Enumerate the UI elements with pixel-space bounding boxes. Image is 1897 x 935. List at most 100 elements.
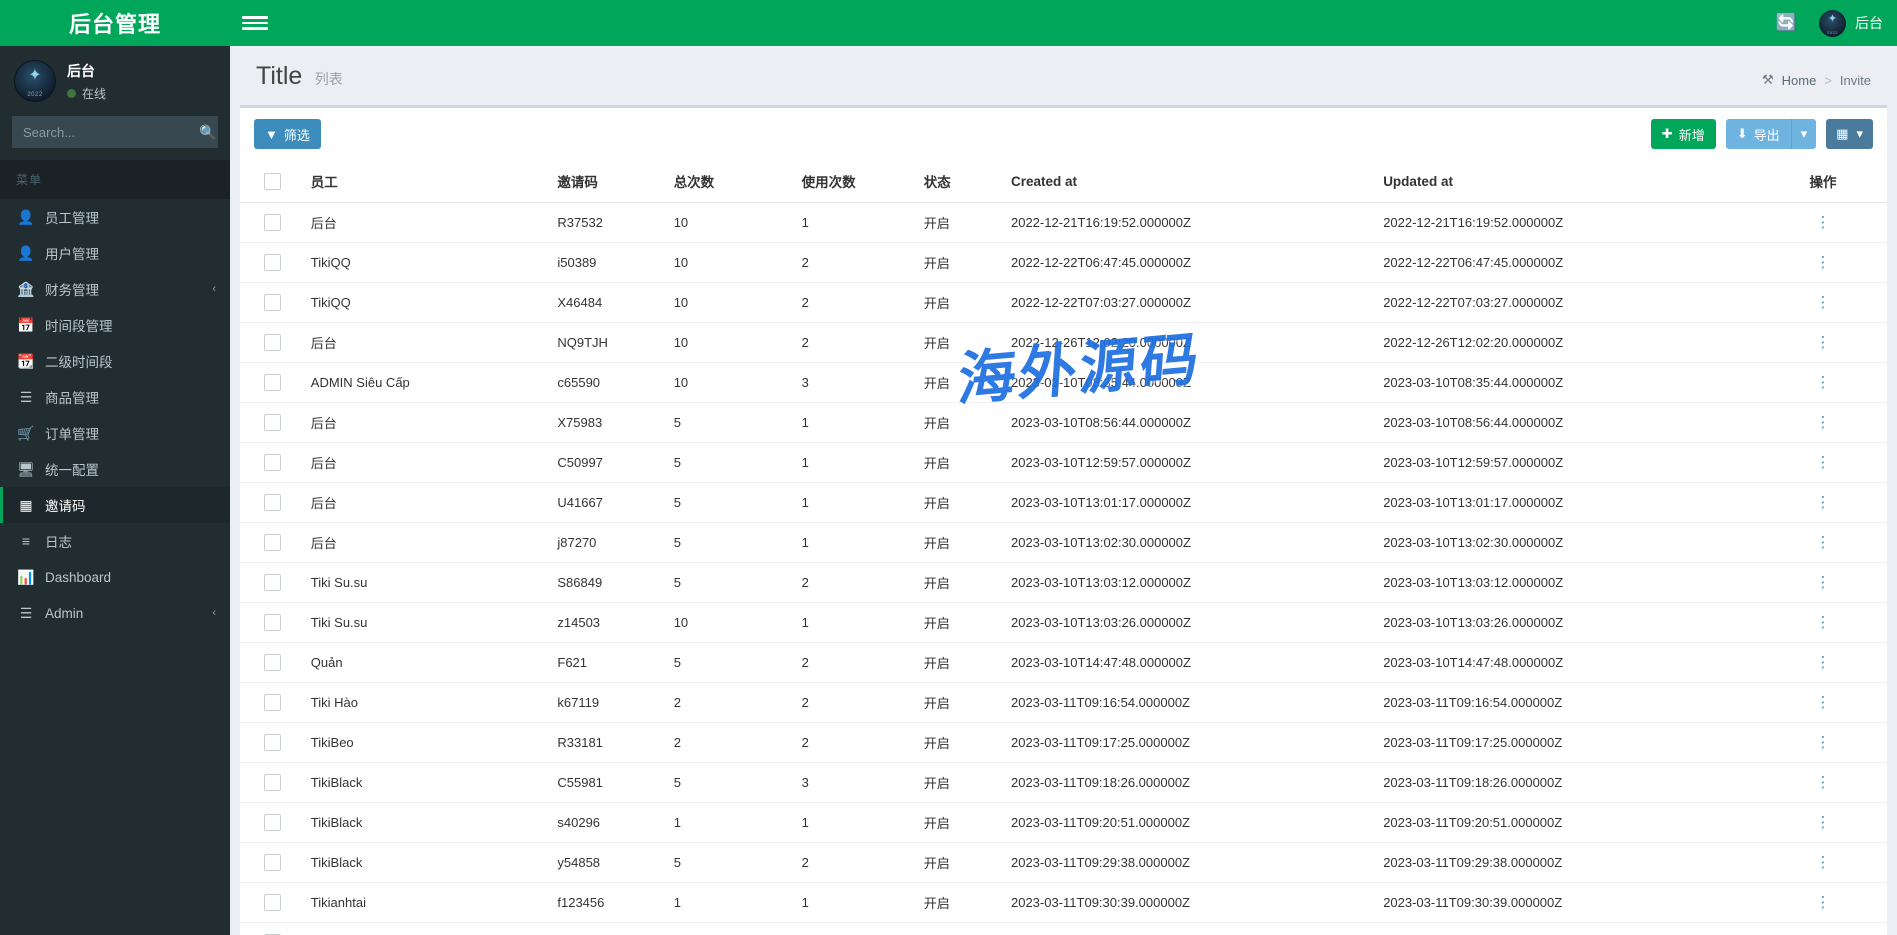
- row-checkbox[interactable]: [264, 454, 281, 472]
- row-checkbox[interactable]: [264, 414, 281, 432]
- row-checkbox[interactable]: [264, 214, 281, 232]
- table-row[interactable]: TikiQQ X46484 10 2 开启 2022-12-22T07:03:27.000…: [240, 282, 1887, 323]
- table-row[interactable]: Quản F621 5 2 开启 2023-03-10T14:47:48.000000Z 2…: [240, 642, 1887, 683]
- table-row[interactable]: TikiBlack C55981 5 3 开启 2023-03-11T09:18:26.0…: [240, 762, 1887, 803]
- column-header-used[interactable]: 使用次数: [793, 160, 916, 203]
- table-row[interactable]: Tikianhtai f123456 1 1 开启 2023-03-11T09:30:39…: [240, 882, 1887, 923]
- row-actions-menu-icon[interactable]: ⋮: [1816, 854, 1831, 871]
- cell-updated-at: 2023-03-11T09:18:26.000000Z: [1375, 762, 1760, 803]
- row-checkbox[interactable]: [264, 334, 281, 352]
- sidebar-item-users[interactable]: 👤 用户管理: [0, 235, 230, 271]
- table-row[interactable]: 后台 R37532 10 1 开启 2022-12-21T16:19:52.000000Z…: [240, 202, 1887, 243]
- row-actions-menu-icon[interactable]: ⋮: [1816, 334, 1831, 351]
- row-checkbox[interactable]: [264, 294, 281, 312]
- row-actions-menu-icon[interactable]: ⋮: [1816, 214, 1831, 231]
- row-checkbox[interactable]: [264, 254, 281, 272]
- column-header-code[interactable]: 邀请码: [549, 160, 666, 203]
- table-row[interactable]: TikiBlack y54858 5 2 开启 2023-03-11T09:29:38.0…: [240, 842, 1887, 883]
- sidebar-item-logs[interactable]: ≡ 日志: [0, 523, 230, 559]
- row-checkbox[interactable]: [264, 694, 281, 712]
- row-checkbox[interactable]: [264, 614, 281, 632]
- breadcrumb-home[interactable]: Home: [1782, 73, 1817, 88]
- sidebar-item-employees[interactable]: 👤 员工管理: [0, 199, 230, 235]
- row-actions-menu-icon[interactable]: ⋮: [1816, 574, 1831, 591]
- row-checkbox[interactable]: [264, 734, 281, 752]
- row-checkbox[interactable]: [264, 654, 281, 672]
- topbar-user-menu[interactable]: 2022 后台: [1819, 9, 1883, 37]
- row-actions-menu-icon[interactable]: ⋮: [1816, 534, 1831, 551]
- sidebar-item-invite-code[interactable]: ▦ 邀请码: [0, 487, 230, 523]
- table-row[interactable]: Tiki Hào k67119 2 2 开启 2023-03-11T09:16:54.00…: [240, 682, 1887, 723]
- table-row[interactable]: 后台 C50997 5 1 开启 2023-03-10T12:59:57.000000Z 2…: [240, 442, 1887, 483]
- table-row[interactable]: TikiBlack s40296 1 1 开启 2023-03-11T09:20:51.0…: [240, 802, 1887, 843]
- search-box[interactable]: 🔍: [12, 116, 218, 148]
- table-row[interactable]: Tiki- hùngN7595352开启2023-03-14T14:50:56.…: [240, 922, 1887, 935]
- add-button[interactable]: ✚ 新增: [1650, 119, 1716, 149]
- table-row[interactable]: 后台 j87270 5 1 开启 2023-03-10T13:02:30.000000Z 2…: [240, 522, 1887, 563]
- table-row[interactable]: 后台 U41667 5 1 开启 2023-03-10T13:01:17.000000Z 2…: [240, 482, 1887, 523]
- column-header-employee[interactable]: 员工: [302, 160, 550, 203]
- sidebar-item-finance[interactable]: 🏦 财务管理 ‹: [0, 271, 230, 307]
- columns-button[interactable]: ▦ ▾: [1826, 119, 1873, 149]
- cell-employee: TikiBlack: [302, 842, 550, 883]
- export-button[interactable]: ⬇ 导出: [1725, 119, 1791, 149]
- export-dropdown-button[interactable]: ▾: [1790, 119, 1817, 149]
- table-row[interactable]: ADMIN Siêu Cấp c65590 10 3 开启 2023-03-10T08:3…: [240, 362, 1887, 403]
- filter-button[interactable]: ▼ 筛选: [254, 119, 321, 149]
- column-header-status[interactable]: 状态: [915, 160, 1003, 203]
- refresh-icon[interactable]: 🔄: [1776, 13, 1797, 33]
- column-header-created-at[interactable]: Created at: [1002, 160, 1376, 203]
- sidebar-item-label: 员工管理: [45, 211, 99, 226]
- row-checkbox[interactable]: [264, 574, 281, 592]
- row-actions-menu-icon[interactable]: ⋮: [1816, 414, 1831, 431]
- cell-total: 5: [665, 922, 794, 935]
- row-checkbox[interactable]: [264, 374, 281, 392]
- row-checkbox[interactable]: [264, 774, 281, 792]
- row-actions-menu-icon[interactable]: ⋮: [1816, 774, 1831, 791]
- table-container[interactable]: 海外源码 员工 邀请码 总次数 使用次数 状态 Created at Updat…: [240, 160, 1887, 935]
- table-row[interactable]: Tiki Su.su S86849 5 2 开启 2023-03-10T13:03:12.…: [240, 562, 1887, 603]
- row-actions-menu-icon[interactable]: ⋮: [1816, 494, 1831, 511]
- row-actions-menu-icon[interactable]: ⋮: [1816, 734, 1831, 751]
- column-header-total[interactable]: 总次数: [665, 160, 794, 203]
- row-actions-menu-icon[interactable]: ⋮: [1816, 254, 1831, 271]
- column-header-updated-at[interactable]: Updated at: [1375, 160, 1760, 203]
- sidebar-item-secondary-timeslot[interactable]: 📆 二级时间段: [0, 343, 230, 379]
- row-actions-menu-icon[interactable]: ⋮: [1816, 614, 1831, 631]
- sidebar-item-timeslot[interactable]: 📅 时间段管理: [0, 307, 230, 343]
- row-checkbox[interactable]: [264, 534, 281, 552]
- row-actions-menu-icon[interactable]: ⋮: [1816, 814, 1831, 831]
- row-actions-menu-icon[interactable]: ⋮: [1816, 454, 1831, 471]
- table-row[interactable]: Tiki Su.su z14503 10 1 开启 2023-03-10T13:03:26…: [240, 602, 1887, 643]
- topbar-user-name: 后台: [1855, 15, 1883, 31]
- row-actions-menu-icon[interactable]: ⋮: [1816, 694, 1831, 711]
- sidebar-item-orders[interactable]: 🛒 订单管理: [0, 415, 230, 451]
- table-row[interactable]: 后台 X75983 5 1 开启 2023-03-10T08:56:44.000000Z 2…: [240, 402, 1887, 443]
- sidebar-item-admin[interactable]: ☰ Admin ‹: [0, 595, 230, 631]
- table-row[interactable]: 后台 NQ9TJH 10 2 开启 2022-12-26T12:02:20.000000Z…: [240, 322, 1887, 363]
- search-icon[interactable]: 🔍: [199, 124, 216, 141]
- cell-updated-at: 2023-03-11T09:17:25.000000Z: [1375, 722, 1760, 763]
- sidebar-user-panel[interactable]: 2022 后台 在线: [0, 46, 230, 116]
- page-subtitle: 列表: [314, 71, 343, 87]
- row-actions-menu-icon[interactable]: ⋮: [1816, 374, 1831, 391]
- sidebar-item-dashboard[interactable]: 📊 Dashboard: [0, 559, 230, 595]
- row-checkbox[interactable]: [264, 814, 281, 832]
- sidebar-item-products[interactable]: ☰ 商品管理: [0, 379, 230, 415]
- cell-updated-at: 2023-03-10T13:02:30.000000Z: [1375, 522, 1760, 563]
- sidebar-item-config[interactable]: 🖥 统一配置: [0, 451, 230, 487]
- hamburger-icon[interactable]: [242, 10, 268, 36]
- row-checkbox[interactable]: [264, 494, 281, 512]
- row-actions-menu-icon[interactable]: ⋮: [1816, 894, 1831, 911]
- table-row[interactable]: TikiBeo R33181 2 2 开启 2023-03-11T09:17:25.000…: [240, 722, 1887, 763]
- row-actions-menu-icon[interactable]: ⋮: [1816, 294, 1831, 311]
- select-all-checkbox[interactable]: [264, 172, 281, 190]
- row-checkbox[interactable]: [264, 894, 281, 912]
- cell-updated-at: 2022-12-26T12:02:20.000000Z: [1375, 322, 1760, 363]
- row-checkbox[interactable]: [264, 854, 281, 872]
- search-input[interactable]: [23, 124, 199, 140]
- cell-actions: ⋮: [1759, 802, 1887, 843]
- breadcrumb-separator: >: [1824, 72, 1832, 88]
- row-actions-menu-icon[interactable]: ⋮: [1816, 654, 1831, 671]
- table-row[interactable]: TikiQQ i50389 10 2 开启 2022-12-22T06:47:45.000…: [240, 242, 1887, 283]
